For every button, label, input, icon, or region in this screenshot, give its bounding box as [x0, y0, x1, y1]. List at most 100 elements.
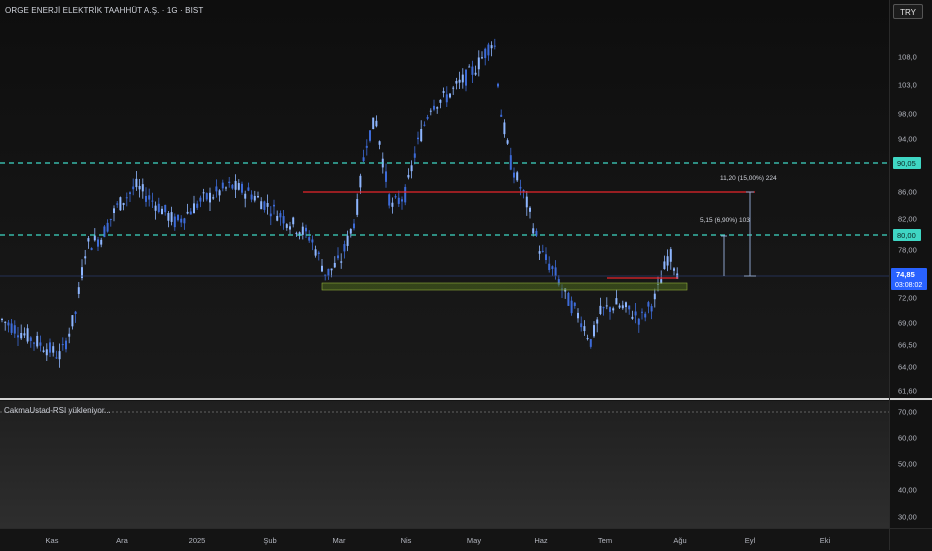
- candle-body: [282, 216, 285, 224]
- candle-body: [612, 308, 615, 311]
- candle-body: [97, 239, 99, 247]
- candle-body: [317, 252, 320, 254]
- time-axis-label: Haz: [534, 536, 548, 545]
- candle-body: [333, 262, 336, 268]
- demand-zone: [321, 282, 688, 291]
- candle-body: [385, 171, 387, 182]
- candle-body: [253, 195, 256, 201]
- candle-body: [180, 218, 183, 223]
- candle-body: [205, 193, 208, 200]
- candle-body: [263, 201, 266, 210]
- candle-body: [257, 196, 259, 198]
- candle-body: [84, 256, 87, 259]
- candle-body: [119, 197, 122, 211]
- candle-body: [583, 326, 586, 332]
- candle-body: [497, 83, 499, 87]
- candle-body: [164, 204, 167, 213]
- candle-body: [65, 340, 67, 350]
- rsi-tick-label: 50,00: [898, 460, 917, 469]
- candle-body: [541, 250, 544, 252]
- candle-body: [87, 238, 90, 242]
- candle-body: [356, 199, 359, 215]
- candle-body: [471, 66, 474, 75]
- candle-body: [353, 223, 355, 229]
- candle-body: [593, 325, 595, 337]
- candle-body: [577, 312, 579, 319]
- candle-body: [45, 349, 48, 356]
- candle-body: [401, 199, 403, 202]
- candle-body: [228, 181, 231, 184]
- candle-body: [231, 184, 234, 189]
- candle-body: [346, 235, 349, 246]
- candle-body: [100, 239, 103, 245]
- candle-body: [436, 107, 439, 109]
- price-tick-label: 98,00: [898, 110, 917, 119]
- candle-body: [241, 183, 243, 193]
- candle-body: [567, 292, 570, 306]
- candle-body: [71, 315, 74, 327]
- candle-body: [49, 342, 51, 353]
- candle-body: [439, 99, 442, 103]
- candle-body: [17, 335, 19, 338]
- candle-body: [631, 316, 634, 319]
- candle-body: [442, 91, 445, 93]
- candle-body: [122, 203, 125, 205]
- candle-body: [186, 211, 189, 214]
- candle-body: [410, 165, 413, 172]
- candle-body: [311, 239, 314, 243]
- candle-body: [125, 197, 128, 199]
- time-axis-label: Ara: [116, 536, 129, 545]
- time-axis-label: Tem: [598, 536, 612, 545]
- candle-body: [167, 213, 170, 221]
- candle-body: [503, 122, 506, 135]
- candle-body: [529, 207, 531, 212]
- candle-body: [487, 44, 490, 56]
- candle-body: [247, 187, 250, 191]
- candle-body: [308, 237, 311, 241]
- price-tick-label: 64,00: [898, 363, 917, 372]
- candle-body: [74, 311, 77, 315]
- candle-body: [397, 197, 400, 204]
- symbol-title: ORGE ENERJİ ELEKTRİK TAAHHÜT A.Ş. · 1G ·…: [5, 6, 204, 15]
- candle-body: [116, 203, 119, 205]
- price-tick-label: 66,50: [898, 341, 917, 350]
- candle-body: [586, 338, 589, 340]
- candle-body: [481, 57, 483, 59]
- candle-body: [52, 346, 55, 353]
- rsi-indicator-title: CakmaUstad-RSI yükleniyor...: [4, 406, 111, 415]
- candle-body: [647, 302, 650, 307]
- candle-body: [196, 203, 199, 208]
- candle-body: [445, 94, 448, 103]
- candle-body: [237, 183, 240, 190]
- candle-body: [378, 141, 381, 145]
- price-tick-label: 61,60: [898, 387, 917, 396]
- candle-body: [4, 321, 7, 323]
- last-price-label: 74,85: [896, 270, 915, 279]
- candle-body: [516, 172, 519, 181]
- candle-body: [215, 186, 218, 192]
- candle-body: [669, 249, 672, 262]
- candle-body: [513, 172, 515, 178]
- price-tick-label: 103,0: [898, 81, 917, 90]
- candle-body: [465, 69, 467, 86]
- candle-body: [538, 251, 541, 254]
- candle-body: [650, 306, 653, 312]
- candle-body: [449, 93, 451, 98]
- candle-body: [452, 87, 455, 89]
- candle-body: [189, 211, 192, 215]
- candle-body: [621, 305, 624, 309]
- candle-body: [141, 184, 144, 192]
- time-axis-label: May: [467, 536, 481, 545]
- candle-body: [39, 342, 42, 346]
- candle-body: [634, 311, 637, 316]
- candle-body: [525, 196, 528, 208]
- candle-body: [391, 202, 394, 207]
- candle-body: [234, 180, 237, 190]
- candle-body: [644, 313, 647, 318]
- candle-body: [295, 232, 298, 234]
- currency-button[interactable]: TRY: [893, 4, 923, 19]
- candle-body: [426, 117, 429, 119]
- candle-body: [551, 266, 554, 269]
- candle-body: [10, 323, 13, 333]
- candle-body: [570, 300, 573, 314]
